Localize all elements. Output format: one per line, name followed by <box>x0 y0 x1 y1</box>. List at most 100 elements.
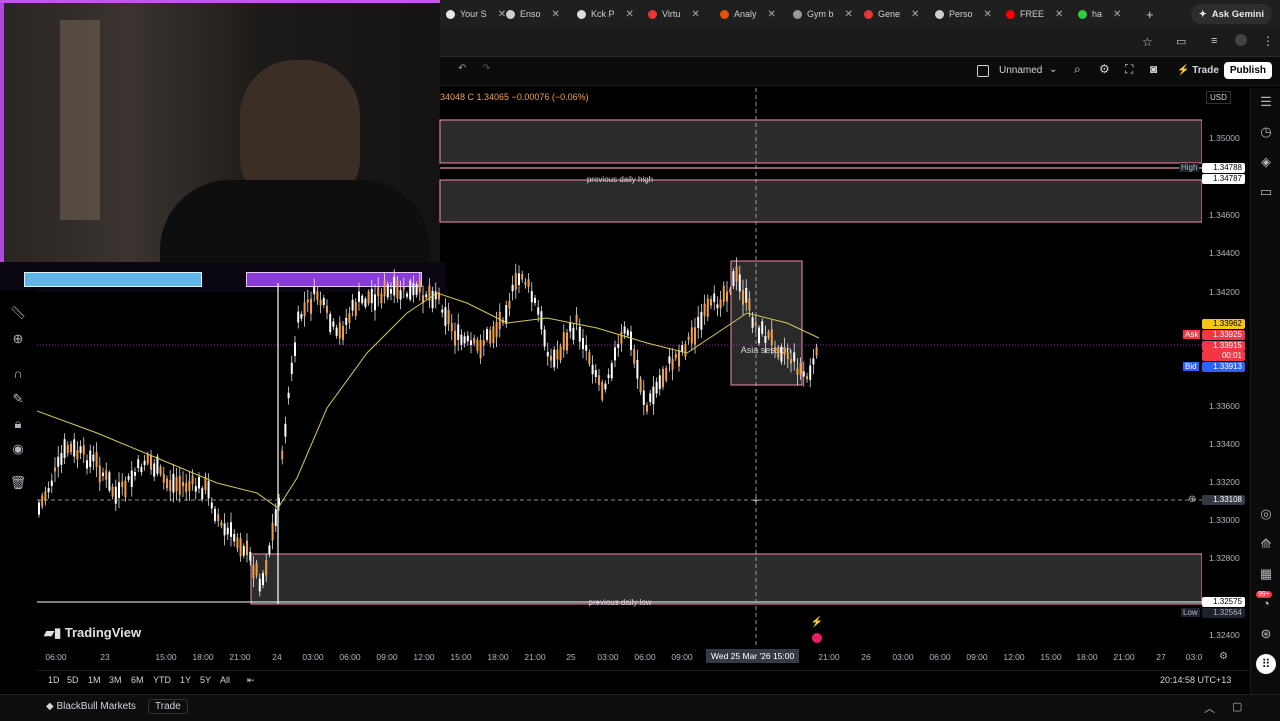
close-icon[interactable]: ✕ <box>768 9 776 20</box>
browser-menu-icon[interactable]: ⋮ <box>1262 34 1274 48</box>
layers-icon[interactable]: ◈ <box>1258 154 1274 170</box>
browser-tab[interactable]: Gene ✕ <box>864 4 919 24</box>
close-icon[interactable]: ✕ <box>552 9 560 20</box>
broker-button[interactable]: ◆ BlackBull Markets <box>46 701 136 712</box>
browser-tab[interactable]: Kck P ✕ <box>577 4 634 24</box>
chat-icon[interactable]: ▭ <box>1258 184 1274 200</box>
search-icon[interactable]: ⌕ <box>1074 62 1081 77</box>
ruler-icon[interactable]: 📏︎ <box>9 304 27 322</box>
candle-body <box>290 362 293 375</box>
eye-icon[interactable]: ◉ <box>9 440 27 458</box>
layout-name[interactable]: Unnamed <box>999 65 1042 76</box>
layout-icon[interactable] <box>977 65 989 77</box>
candle-body <box>73 439 76 457</box>
tab-favicon-icon <box>935 9 944 19</box>
close-icon[interactable]: ✕ <box>845 9 853 20</box>
close-icon[interactable]: ✕ <box>498 9 506 20</box>
extensions-icon[interactable]: ≡ <box>1211 35 1217 47</box>
close-icon[interactable]: ✕ <box>984 9 992 20</box>
time-tick: 27 <box>1156 652 1166 662</box>
browser-tab[interactable]: Virtu ✕ <box>648 4 700 24</box>
candle-body <box>54 467 56 472</box>
target-icon[interactable]: ◎ <box>1258 506 1274 522</box>
broker-trade-button[interactable]: Trade <box>148 699 188 714</box>
cast-icon[interactable]: ▭ <box>1176 35 1186 48</box>
chevron-down-icon[interactable]: ⌄ <box>1049 64 1057 75</box>
candle-body <box>537 307 540 315</box>
range-3m[interactable]: 3M <box>109 675 122 685</box>
bottom-panel: ◆ BlackBull Markets Trade ︿ ▢ <box>0 694 1280 721</box>
watchlist-icon[interactable]: ☰ <box>1258 94 1274 110</box>
price-axis[interactable]: USD 1.35000 1.34600 1.34400 1.34200 1.33… <box>1202 88 1248 648</box>
undo-icon[interactable]: ↶ <box>458 63 466 74</box>
maximize-panel-icon[interactable]: ▢ <box>1232 700 1242 713</box>
clock-readout[interactable]: 20:14:58 UTC+13 <box>1160 675 1231 685</box>
range-5d[interactable]: 5D <box>67 675 79 685</box>
redo-icon[interactable]: ↷ <box>482 63 490 74</box>
close-icon[interactable]: ✕ <box>1055 9 1063 20</box>
chevron-up-icon[interactable]: ︿ <box>1204 700 1215 716</box>
notification-badge: 99+ <box>1256 591 1272 598</box>
pine-editor-icon[interactable]: ⟰ <box>1258 536 1274 552</box>
help-lifebuoy-icon[interactable]: ⊛ <box>1258 626 1274 642</box>
range-1m[interactable]: 1M <box>88 675 101 685</box>
range-5y[interactable]: 5Y <box>200 675 211 685</box>
browser-tab[interactable]: Gym b ✕ <box>793 4 853 24</box>
alerts-clock-icon[interactable]: ◷ <box>1258 124 1274 140</box>
ask-gemini-button[interactable]: ✦ Ask Gemini <box>1190 4 1272 24</box>
date-range-icon[interactable]: ⇤ <box>247 675 255 686</box>
candle-body <box>380 293 383 304</box>
calendar-icon[interactable]: ▦ <box>1258 566 1274 582</box>
tab-label: Gym b <box>807 9 834 19</box>
currency-select[interactable]: USD <box>1206 91 1231 104</box>
apps-grid-icon[interactable]: ⠿ <box>1256 654 1276 674</box>
tab-favicon-icon <box>648 9 657 19</box>
browser-tab[interactable]: FREE ✕ <box>1006 4 1063 24</box>
browser-tab[interactable]: Enso ✕ <box>506 4 560 24</box>
candle-body <box>527 279 530 288</box>
trash-icon[interactable]: 🗑︎ <box>9 474 27 492</box>
candle-body <box>543 329 546 347</box>
prev-low-price-label: 1.32575 <box>1202 597 1245 607</box>
publish-button[interactable]: Publish <box>1223 62 1272 79</box>
time-tick: 09:00 <box>966 652 988 662</box>
magnet-icon[interactable]: ∩ <box>9 365 27 383</box>
close-icon[interactable]: ✕ <box>691 9 699 20</box>
event-marker[interactable] <box>812 633 822 643</box>
time-settings-icon[interactable]: ⚙ <box>1219 651 1228 662</box>
new-tab-button[interactable]: + <box>1146 4 1154 24</box>
close-icon[interactable]: ✕ <box>626 9 634 20</box>
range-1y[interactable]: 1Y <box>180 675 191 685</box>
browser-tab[interactable]: Your S ✕ <box>446 4 506 24</box>
event-lightning-icon[interactable]: ⚡ <box>811 615 823 628</box>
range-all[interactable]: All <box>220 675 230 685</box>
candle-body <box>159 466 162 475</box>
browser-tab[interactable]: ha ✕ <box>1078 4 1121 24</box>
range-ytd[interactable]: YTD <box>153 675 171 685</box>
candle-body <box>498 311 501 329</box>
candle-body <box>633 349 636 364</box>
browser-tab[interactable]: Perso ✕ <box>935 4 992 24</box>
ask-price-label: 1.33925 <box>1202 330 1245 340</box>
notifications-icon[interactable]: ◔ <box>1258 596 1274 612</box>
time-tick: 06:00 <box>45 652 67 662</box>
add-alert-icon[interactable]: ⊕ <box>1188 494 1196 505</box>
range-6m[interactable]: 6M <box>131 675 144 685</box>
range-1d[interactable]: 1D <box>48 675 60 685</box>
pencil-lock-icon[interactable]: ✎ <box>9 390 27 408</box>
camera-icon[interactable]: ◙ <box>1150 62 1157 76</box>
gear-icon[interactable]: ⚙ <box>1099 62 1110 76</box>
candle-body <box>566 332 568 351</box>
close-icon[interactable]: ✕ <box>911 9 919 20</box>
price-tick: 1.32400 <box>1209 630 1240 640</box>
trade-button[interactable]: ⚡ Trade <box>1177 65 1219 76</box>
close-icon[interactable]: ✕ <box>1113 9 1121 20</box>
time-axis[interactable]: 06:00 23 15:00 18:00 21:00 24 03:00 06:00 09:00 1… <box>37 648 1202 666</box>
zoom-in-icon[interactable]: ⊕ <box>9 330 27 348</box>
browser-tab[interactable]: Analy ✕ <box>720 4 776 24</box>
price-chart[interactable]: previous daily high previous daily low A… <box>37 88 1202 648</box>
bookmark-star-icon[interactable]: ☆ <box>1142 35 1153 49</box>
lock-icon[interactable]: 🔒︎ <box>9 415 27 433</box>
profile-avatar[interactable] <box>1235 34 1247 46</box>
fullscreen-icon[interactable]: ⛶ <box>1125 62 1133 77</box>
